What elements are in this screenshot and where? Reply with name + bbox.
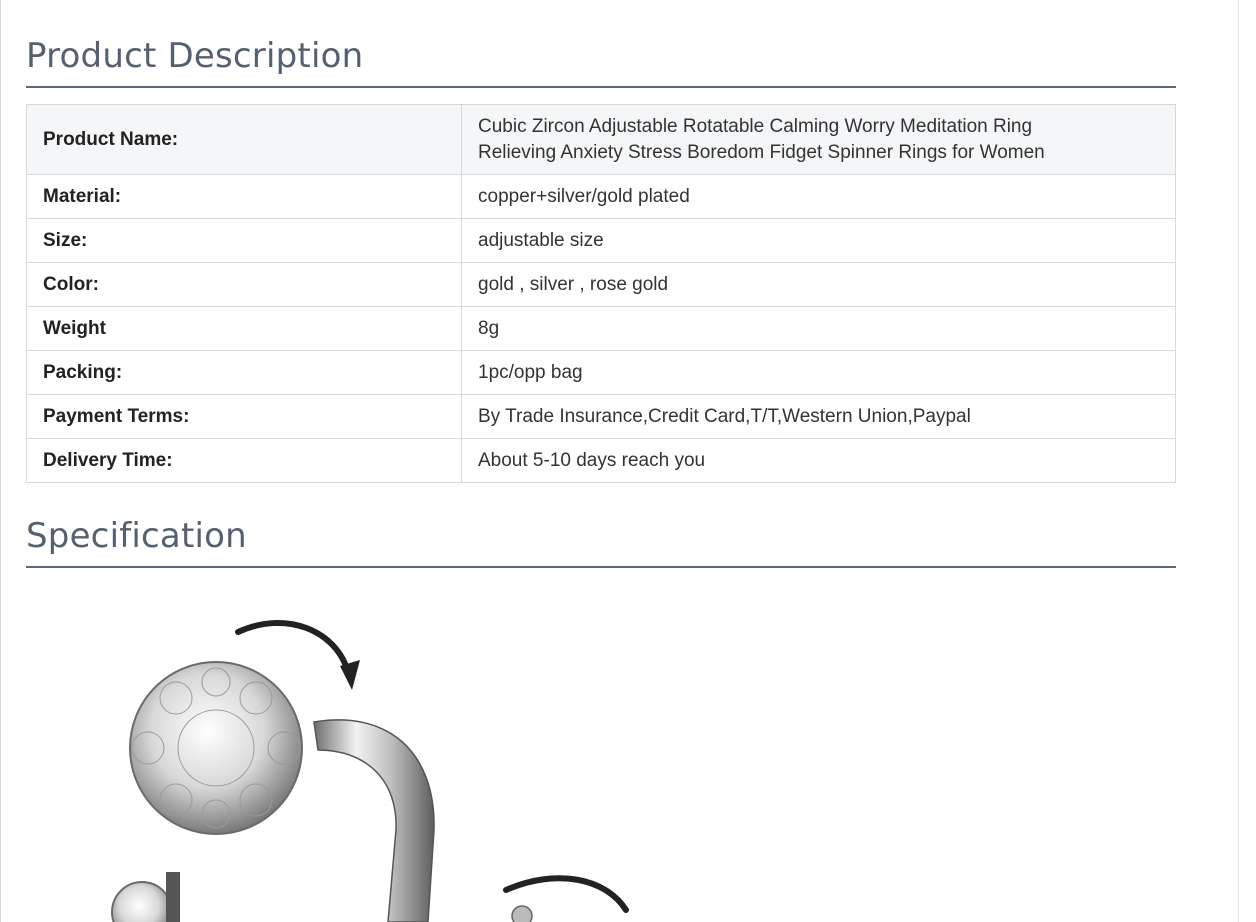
row-label: Delivery Time: <box>26 438 462 483</box>
row-label: Weight <box>26 306 462 351</box>
row-value: 1pc/opp bag <box>461 350 1176 395</box>
product-description-rule <box>26 86 1176 88</box>
main-gem <box>129 661 303 835</box>
table-row: Size: adjustable size <box>26 218 1176 263</box>
row-value: copper+silver/gold plated <box>461 174 1176 219</box>
ring-illustration <box>111 620 629 922</box>
row-value: adjustable size <box>461 218 1176 263</box>
table-row: Payment Terms: By Trade Insurance,Credit… <box>26 394 1176 439</box>
specification-rule <box>26 566 1176 568</box>
table-row: Weight 8g <box>26 306 1176 351</box>
row-value-line: Cubic Zircon Adjustable Rotatable Calmin… <box>478 115 1033 137</box>
product-description-table: Product Name: Cubic Zircon Adjustable Ro… <box>26 104 1176 483</box>
table-row: Color: gold , silver , rose gold <box>26 262 1176 307</box>
row-value-line: Relieving Anxiety Stress Boredom Fidget … <box>478 141 1045 163</box>
row-label: Color: <box>26 262 462 307</box>
table-row: Product Name: Cubic Zircon Adjustable Ro… <box>26 104 1176 175</box>
row-label: Material: <box>26 174 462 219</box>
scroll-edge <box>1238 0 1239 922</box>
ring-band <box>313 719 435 922</box>
small-prong <box>166 872 180 922</box>
table-row: Delivery Time: About 5-10 days reach you <box>26 438 1176 483</box>
table-row: Material: copper+silver/gold plated <box>26 174 1176 219</box>
row-label: Product Name: <box>26 104 462 175</box>
row-value: Cubic Zircon Adjustable Rotatable Calmin… <box>461 104 1176 175</box>
ring-product-image <box>26 590 786 922</box>
row-value: 8g <box>461 306 1176 351</box>
row-label: Size: <box>26 218 462 263</box>
row-label: Payment Terms: <box>26 394 462 439</box>
specification-heading: Specification <box>26 516 247 556</box>
small-gem <box>111 881 173 922</box>
row-value: gold , silver , rose gold <box>461 262 1176 307</box>
row-value: About 5-10 days reach you <box>461 438 1176 483</box>
rotate-arrow-top <box>235 620 351 675</box>
table-row: Packing: 1pc/opp bag <box>26 350 1176 395</box>
row-value: By Trade Insurance,Credit Card,T/T,Weste… <box>461 394 1176 439</box>
rotate-arrow-bottom <box>503 875 629 913</box>
product-description-heading: Product Description <box>26 36 364 76</box>
small-stone <box>511 905 533 922</box>
row-label: Packing: <box>26 350 462 395</box>
